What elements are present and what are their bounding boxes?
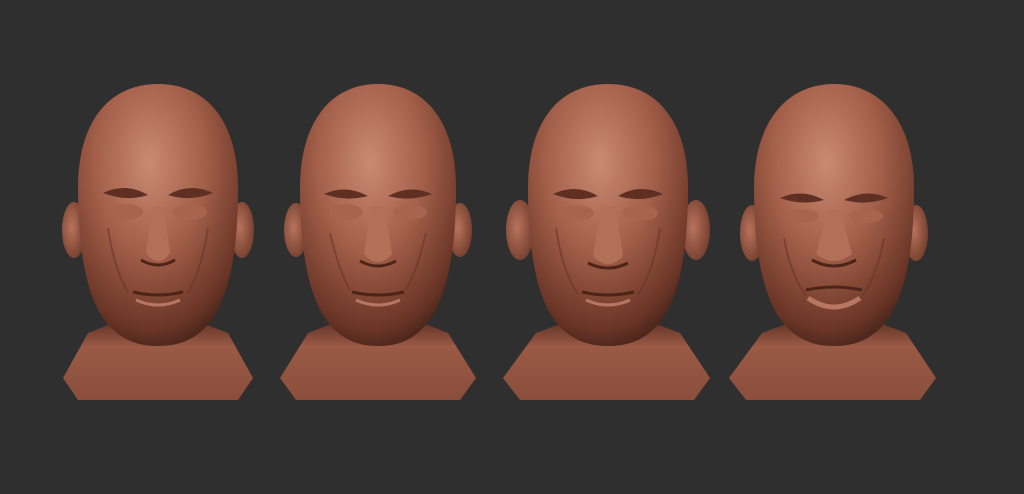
head-sculpt-1[interactable] (48, 78, 268, 408)
head-sculpt-2-render (280, 84, 476, 400)
head-sculpt-4[interactable] (724, 78, 944, 408)
head-sculpt-1-render (62, 84, 254, 400)
head-sculpt-3[interactable] (498, 78, 718, 408)
head-sculpt-3-render (503, 84, 710, 400)
head-sculpt-2[interactable] (268, 78, 488, 408)
sculpt-viewport[interactable] (0, 0, 1024, 494)
head-sculpt-4-render (729, 84, 936, 400)
